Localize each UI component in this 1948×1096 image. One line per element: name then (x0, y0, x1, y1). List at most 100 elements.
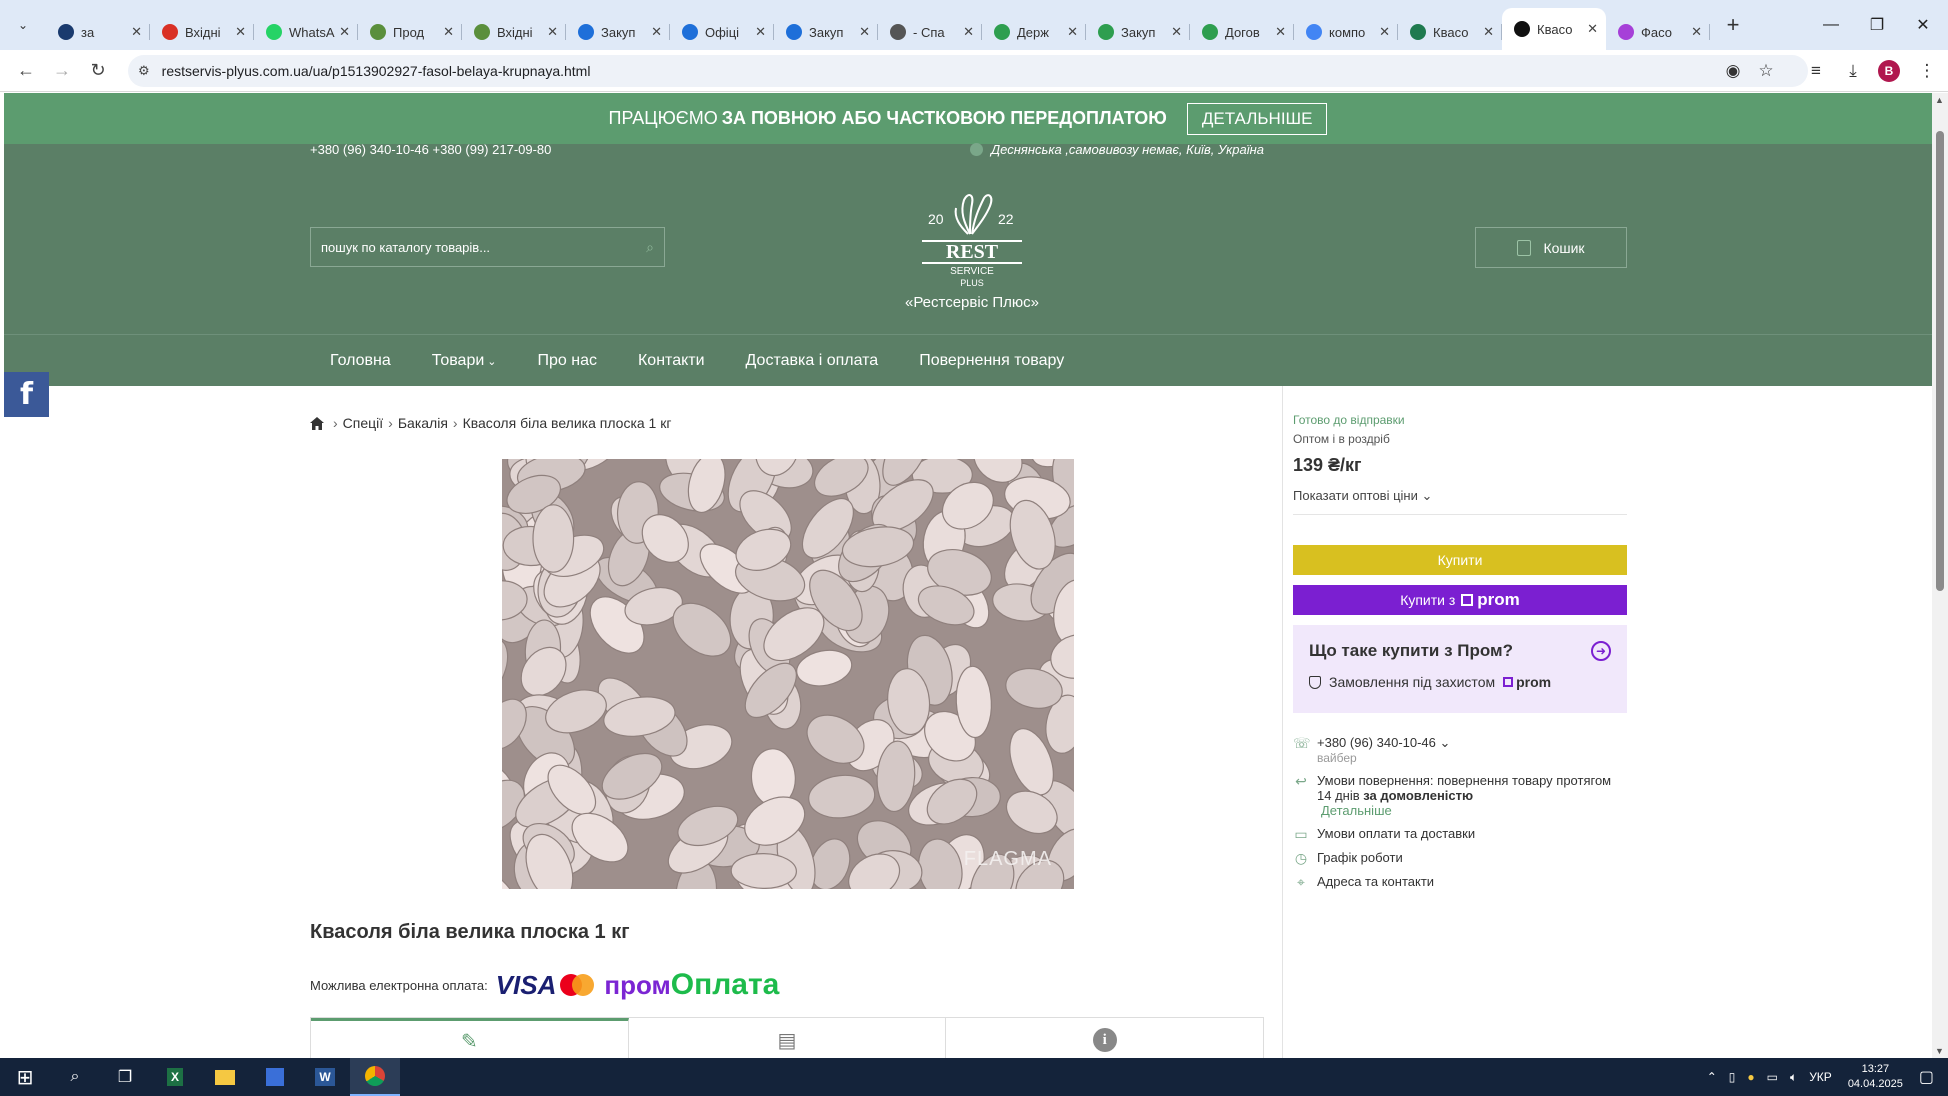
prom-info-box[interactable]: Що таке купити з Пром? ➜ Замовлення під з… (1293, 625, 1627, 713)
excel-icon[interactable]: X (150, 1058, 200, 1096)
forward-button[interactable]: → (44, 53, 80, 89)
back-button[interactable]: ← (8, 53, 44, 89)
wholesale-prices-toggle[interactable]: Показати оптові ціни ⌄ (1293, 488, 1627, 515)
browser-tab[interactable]: Закуп ✕ (774, 14, 878, 50)
norton-icon[interactable]: ● (1747, 1070, 1754, 1084)
tab-close-icon[interactable]: ✕ (339, 24, 350, 40)
menu-item-contacts[interactable]: Контакти (638, 352, 705, 370)
search-icon[interactable]: ⌕ (50, 1058, 100, 1096)
menu-item-delivery[interactable]: Доставка і оплата (746, 352, 879, 370)
home-icon[interactable] (310, 416, 324, 430)
menu-item-home[interactable]: Головна (330, 352, 391, 370)
chevron-up-icon[interactable]: ⌃ (1707, 1070, 1717, 1084)
phone-row[interactable]: ☏ +380 (96) 340-10-46 ⌄ вайбер (1293, 735, 1627, 765)
new-tab-button[interactable]: + (1718, 10, 1748, 40)
network-icon[interactable]: ▭ (1767, 1070, 1778, 1084)
tab-close-icon[interactable]: ✕ (755, 24, 766, 40)
tab-characteristics[interactable]: ▤ (629, 1018, 947, 1058)
buy-button[interactable]: Купити (1293, 545, 1627, 575)
arrow-right-icon[interactable]: ➜ (1591, 641, 1611, 661)
bookmark-star-icon[interactable]: ☆ (1751, 56, 1781, 86)
browser-tab[interactable]: Закуп ✕ (1086, 14, 1190, 50)
tab-close-icon[interactable]: ✕ (1379, 24, 1390, 40)
product-photo[interactable]: FLAGMA (502, 459, 1074, 889)
language-indicator[interactable]: УКР (1809, 1070, 1832, 1084)
menu-item-returns[interactable]: Повернення товару (919, 352, 1064, 370)
facebook-icon[interactable]: f (4, 372, 49, 417)
menu-kebab-icon[interactable]: ⋮ (1912, 56, 1942, 86)
buy-with-prom-button[interactable]: Купити з prom (1293, 585, 1627, 615)
chrome-icon[interactable] (350, 1058, 400, 1096)
header-phones[interactable]: +380 (96) 340-10-46 +380 (99) 217-09-80 (310, 142, 551, 157)
tab-close-icon[interactable]: ✕ (547, 24, 558, 40)
browser-tab[interactable]: WhatsApp✕ (254, 14, 358, 50)
word-icon[interactable]: W (300, 1058, 350, 1096)
usb-icon[interactable]: ▯ (1729, 1070, 1736, 1084)
minimize-button[interactable]: — (1808, 0, 1854, 50)
menu-item-about[interactable]: Про нас (538, 352, 597, 370)
download-icon[interactable]: ⤓ (1838, 56, 1868, 86)
scroll-down-arrow[interactable]: ▼ (1935, 1046, 1944, 1056)
tab-close-icon[interactable]: ✕ (651, 24, 662, 40)
browser-tab[interactable]: Прод ✕ (358, 14, 462, 50)
browser-tab[interactable]: Вхідні ✕ (150, 14, 254, 50)
seller-phone[interactable]: +380 (96) 340-10-46 (1317, 735, 1436, 750)
breadcrumb-spices[interactable]: Спеції (343, 415, 384, 431)
clock[interactable]: 13:27 04.04.2025 (1848, 1062, 1903, 1092)
site-info-icon[interactable]: ⚙ (138, 63, 150, 79)
windows-start-icon[interactable]: ⊞ (0, 1058, 50, 1096)
tab-close-icon[interactable]: ✕ (1171, 24, 1182, 40)
volume-icon[interactable]: 🔈︎ (1790, 1070, 1797, 1085)
schedule-row[interactable]: ◷ Графік роботи (1293, 850, 1627, 866)
tab-close-icon[interactable]: ✕ (1587, 21, 1598, 37)
payment-delivery-link[interactable]: Умови оплати та доставки (1317, 826, 1475, 841)
browser-tab[interactable]: Держ ✕ (982, 14, 1086, 50)
catalog-search-input[interactable] (321, 239, 647, 255)
breadcrumb-grocery[interactable]: Бакалія (398, 415, 448, 431)
tab-close-icon[interactable]: ✕ (235, 24, 246, 40)
media-controls-icon[interactable]: ≡ (1801, 56, 1831, 86)
browser-tab[interactable]: Квасо ✕ (1502, 8, 1606, 50)
reload-button[interactable]: ↻ (80, 53, 116, 89)
url-text[interactable]: restservis-plyus.com.ua/ua/p1513902927-f… (162, 63, 591, 79)
tab-search-button[interactable]: ⌄ (10, 12, 36, 38)
browser-tab[interactable]: Закуп ✕ (566, 14, 670, 50)
page-scrollbar[interactable]: ▲ ▼ (1932, 93, 1948, 1058)
tab-description[interactable]: ✎ (311, 1018, 629, 1058)
browser-tab[interactable]: - Спа ✕ (878, 14, 982, 50)
browser-tab[interactable]: Вхідні ✕ (462, 14, 566, 50)
site-logo[interactable]: 20 22 REST SERVICE PLUS (912, 182, 1032, 292)
browser-tab[interactable]: компо ✕ (1294, 14, 1398, 50)
browser-tab[interactable]: Догов ✕ (1190, 14, 1294, 50)
tab-info[interactable]: i (946, 1018, 1263, 1058)
tab-close-icon[interactable]: ✕ (859, 24, 870, 40)
cart-button[interactable]: Кошик (1475, 227, 1627, 268)
contacts-link[interactable]: Адреса та контакти (1317, 874, 1434, 889)
scrollbar-thumb[interactable] (1936, 131, 1944, 591)
notifications-icon[interactable]: ▢ (1919, 1067, 1934, 1087)
browser-tab[interactable]: Офіці ✕ (670, 14, 774, 50)
profile-avatar[interactable]: B (1878, 60, 1900, 82)
payment-delivery-row[interactable]: ▭ Умови оплати та доставки (1293, 826, 1627, 842)
file-explorer-icon[interactable] (200, 1058, 250, 1096)
schedule-link[interactable]: Графік роботи (1317, 850, 1403, 865)
promo-details-button[interactable]: ДЕТАЛЬНІШЕ (1186, 102, 1328, 135)
eye-off-icon[interactable]: ◉ (1718, 56, 1748, 86)
task-view-icon[interactable]: ❐ (100, 1058, 150, 1096)
search-icon[interactable]: ⌕ (646, 239, 654, 256)
return-details-link[interactable]: Детальніше (1321, 803, 1392, 818)
browser-tab[interactable]: за ✕ (46, 14, 150, 50)
tab-close-icon[interactable]: ✕ (131, 24, 142, 40)
scroll-up-arrow[interactable]: ▲ (1935, 95, 1944, 105)
tab-close-icon[interactable]: ✕ (1483, 24, 1494, 40)
tab-close-icon[interactable]: ✕ (1275, 24, 1286, 40)
menu-item-goods[interactable]: Товари ⌄ (432, 352, 497, 370)
restore-button[interactable]: ❐ (1854, 0, 1900, 50)
tab-close-icon[interactable]: ✕ (1691, 24, 1702, 40)
contacts-row[interactable]: ⌖ Адреса та контакти (1293, 874, 1627, 890)
tab-close-icon[interactable]: ✕ (1067, 24, 1078, 40)
tab-close-icon[interactable]: ✕ (443, 24, 454, 40)
browser-tab[interactable]: Фасо ✕ (1606, 14, 1710, 50)
close-window-button[interactable]: ✕ (1900, 0, 1946, 50)
browser-tab[interactable]: Квасо ✕ (1398, 14, 1502, 50)
